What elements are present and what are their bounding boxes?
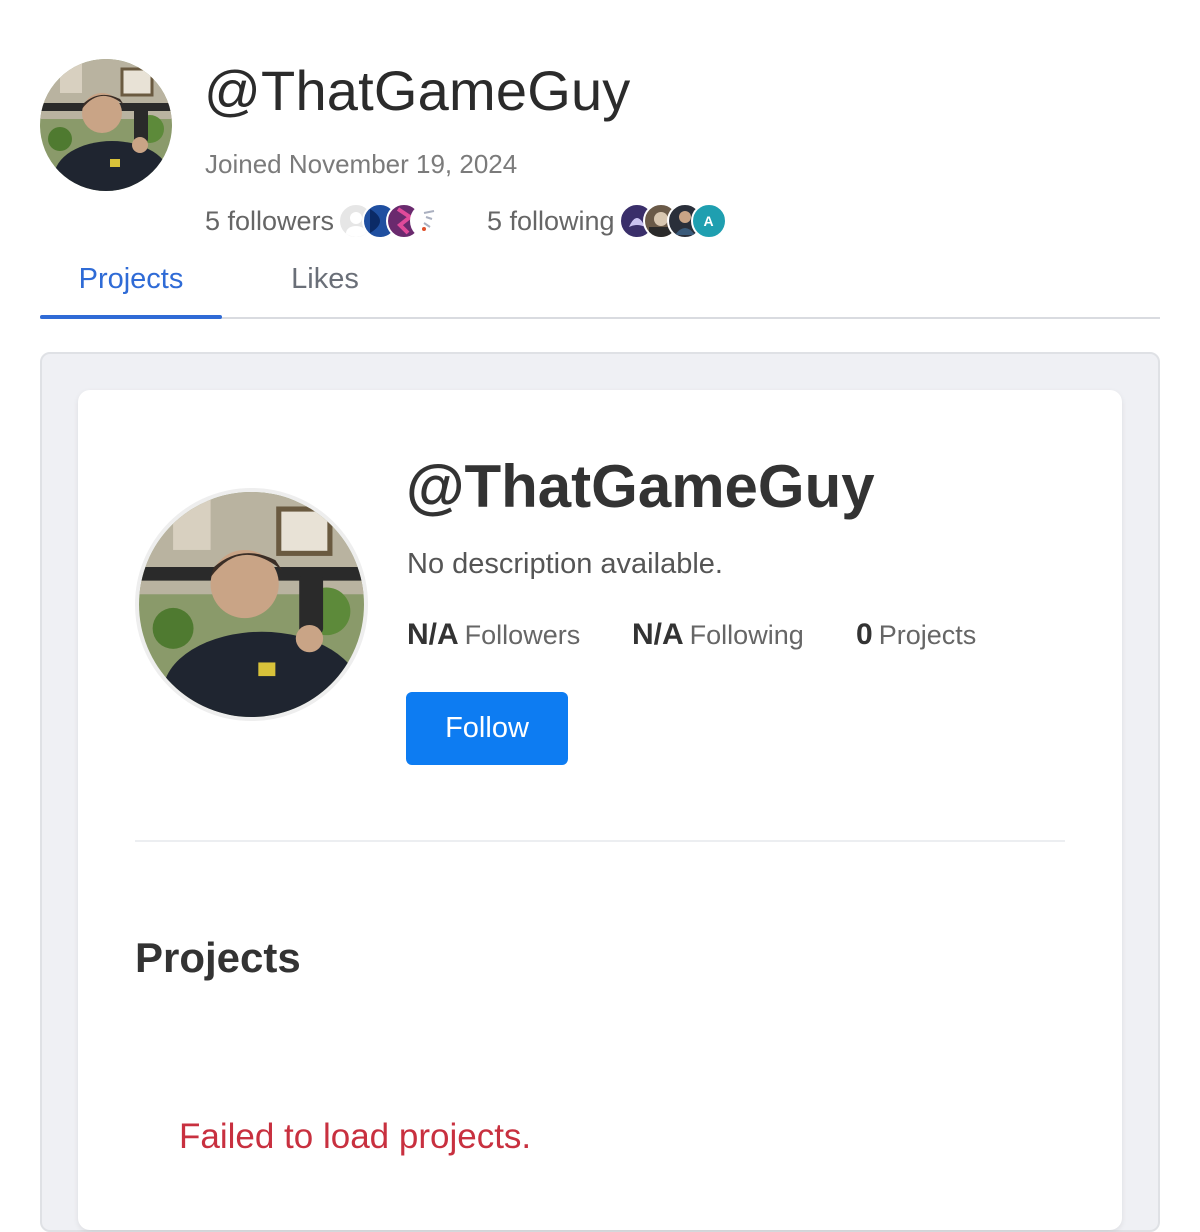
following-link[interactable]: 5 following A <box>487 201 727 241</box>
card-followers-stat: N/A Followers <box>407 618 580 652</box>
profile-handle: @ThatGameGuy <box>204 59 631 122</box>
card-divider <box>135 840 1065 842</box>
card-following-count: N/A <box>632 618 684 651</box>
card-following-stat: N/A Following <box>632 618 804 652</box>
tab-likes[interactable]: Likes <box>270 250 380 317</box>
joined-date: Joined November 19, 2024 <box>205 149 518 179</box>
tab-projects[interactable]: Projects <box>40 250 222 319</box>
card-projects-stat: 0 Projects <box>856 618 976 652</box>
follower-avatar <box>410 203 447 239</box>
followers-count: 5 followers <box>205 205 335 236</box>
card-following-label: Following <box>689 620 804 650</box>
following-count: 5 following <box>487 205 615 236</box>
profile-avatar <box>40 59 172 191</box>
card-followers-label: Followers <box>464 620 581 650</box>
card-avatar <box>135 488 368 721</box>
card-projects-count: 0 <box>856 618 873 651</box>
following-avatar: A <box>690 203 727 239</box>
card-handle: @ThatGameGuy <box>406 453 875 520</box>
followers-avatars <box>338 203 447 239</box>
projects-heading: Projects <box>135 934 301 981</box>
projects-error-message: Failed to load projects. <box>179 1117 532 1156</box>
following-avatars: A <box>618 203 727 239</box>
card-followers-count: N/A <box>407 618 459 651</box>
user-photo-icon <box>40 59 172 191</box>
profile-tabs: Projects Likes <box>40 250 1160 319</box>
card-projects-label: Projects <box>878 620 977 650</box>
user-photo-icon <box>139 492 364 717</box>
profile-description: No description available. <box>407 548 723 580</box>
followers-link[interactable]: 5 followers <box>205 201 447 241</box>
follow-button[interactable]: Follow <box>406 692 568 765</box>
